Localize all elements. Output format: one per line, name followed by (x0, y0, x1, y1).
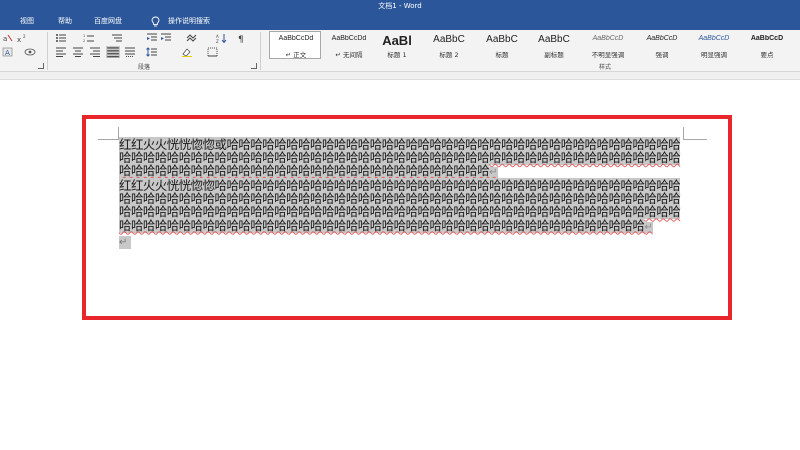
style-normal[interactable]: AaBbCcDd ↵ 正文 (269, 31, 321, 59)
style-subtitle[interactable]: AaBbC 副标题 (527, 31, 579, 59)
style-name: ↵ 正文 (285, 51, 307, 59)
svg-text:a: a (3, 35, 7, 43)
multilevel-list-icon[interactable] (111, 33, 123, 43)
borders-icon[interactable] (207, 47, 219, 57)
ribbon-bottom-edge (0, 72, 800, 80)
styles-group-label: 样式 (599, 64, 612, 71)
font-group-launcher[interactable] (38, 63, 44, 69)
align-center-icon[interactable] (72, 47, 84, 57)
style-preview: AaBbCcD (750, 35, 784, 42)
text-effects-icon[interactable]: A (2, 47, 14, 57)
svg-text:2: 2 (83, 39, 85, 43)
style-emphasis[interactable]: AaBbCcD 强调 (635, 31, 687, 59)
bullets-icon[interactable] (55, 33, 67, 43)
menu-bar: 视图 帮助 百度网盘 操作说明搜索 (0, 13, 800, 30)
style-name: 要点 (760, 51, 774, 59)
paragraph-group-label: 段落 (138, 64, 151, 71)
style-heading-1[interactable]: AaBl 标题 1 (370, 31, 422, 59)
style-name: 强调 (655, 51, 669, 59)
style-name: 标题 1 (387, 51, 407, 59)
style-preview: AaBbC (433, 34, 465, 45)
increase-indent-icon[interactable] (160, 33, 172, 43)
window-title: 文档1 - Word (378, 2, 422, 10)
style-name: ↵ 无间隔 (335, 51, 363, 59)
shading-icon[interactable] (181, 47, 193, 57)
menu-view[interactable]: 视图 (20, 13, 34, 30)
styles-gallery: AaBbCcDd ↵ 正文 AaBbCcDd ↵ 无间隔 AaBl 标题 1 A… (265, 31, 800, 60)
menu-baidu-disk[interactable]: 百度网盘 (94, 13, 122, 30)
style-preview: AaBbC (486, 34, 518, 45)
style-strong[interactable]: AaBbCcD 要点 (740, 31, 792, 59)
style-preview: AaBbC (538, 34, 570, 45)
style-name: 标题 (495, 51, 509, 59)
align-left-icon[interactable] (55, 47, 67, 57)
title-bar: 文档1 - Word (0, 0, 800, 13)
decrease-indent-icon[interactable] (146, 33, 158, 43)
style-preview: AaBbCcDd (331, 35, 367, 42)
style-heading-2[interactable]: AaBbC 标题 2 (422, 31, 474, 59)
style-preview: AaBl (382, 33, 412, 46)
ribbon-separator (260, 32, 261, 70)
clear-format-icon[interactable]: a (2, 33, 14, 43)
svg-text:A: A (5, 49, 10, 57)
tell-me-search[interactable]: 操作说明搜索 (168, 13, 210, 30)
style-name: 标题 2 (439, 51, 459, 59)
line-spacing-icon[interactable] (146, 47, 158, 57)
svg-text:¶: ¶ (238, 35, 244, 43)
distributed-icon[interactable] (124, 47, 136, 57)
align-right-icon[interactable] (89, 47, 101, 57)
style-name: 不明显强调 (591, 51, 625, 59)
style-intense-emphasis[interactable]: AaBbCcD 明显强调 (687, 31, 739, 59)
style-name: 副标题 (544, 51, 564, 59)
sort-icon[interactable]: AZ (216, 33, 228, 43)
eye-icon[interactable] (24, 47, 36, 57)
style-preview: AaBbCcD (646, 35, 678, 42)
superscript-icon[interactable]: x2 (16, 33, 28, 43)
menu-help[interactable]: 帮助 (58, 13, 72, 30)
ribbon-separator (47, 32, 48, 70)
svg-text:x: x (17, 36, 21, 43)
show-marks-icon[interactable]: ¶ (236, 33, 248, 43)
lightbulb-icon[interactable] (151, 16, 160, 27)
svg-text:1: 1 (83, 34, 85, 38)
paragraph-group-launcher[interactable] (251, 63, 257, 69)
style-preview: AaBbCcD (698, 35, 730, 42)
style-no-spacing[interactable]: AaBbCcDd ↵ 无间隔 (322, 31, 374, 59)
style-subtle-emphasis[interactable]: AaBbCcD 不明显强调 (581, 31, 633, 59)
asian-layout-icon[interactable] (186, 33, 198, 43)
svg-text:Z: Z (216, 39, 219, 43)
style-name: 明显强调 (701, 51, 727, 59)
style-title[interactable]: AaBbC 标题 (475, 31, 527, 59)
justify-icon[interactable] (106, 46, 120, 58)
style-preview: AaBbCcD (592, 35, 624, 42)
numbering-icon[interactable]: 12 (83, 33, 95, 43)
svg-text:2: 2 (23, 34, 26, 39)
style-preview: AaBbCcDd (278, 35, 314, 42)
annotation-frame (82, 115, 732, 320)
